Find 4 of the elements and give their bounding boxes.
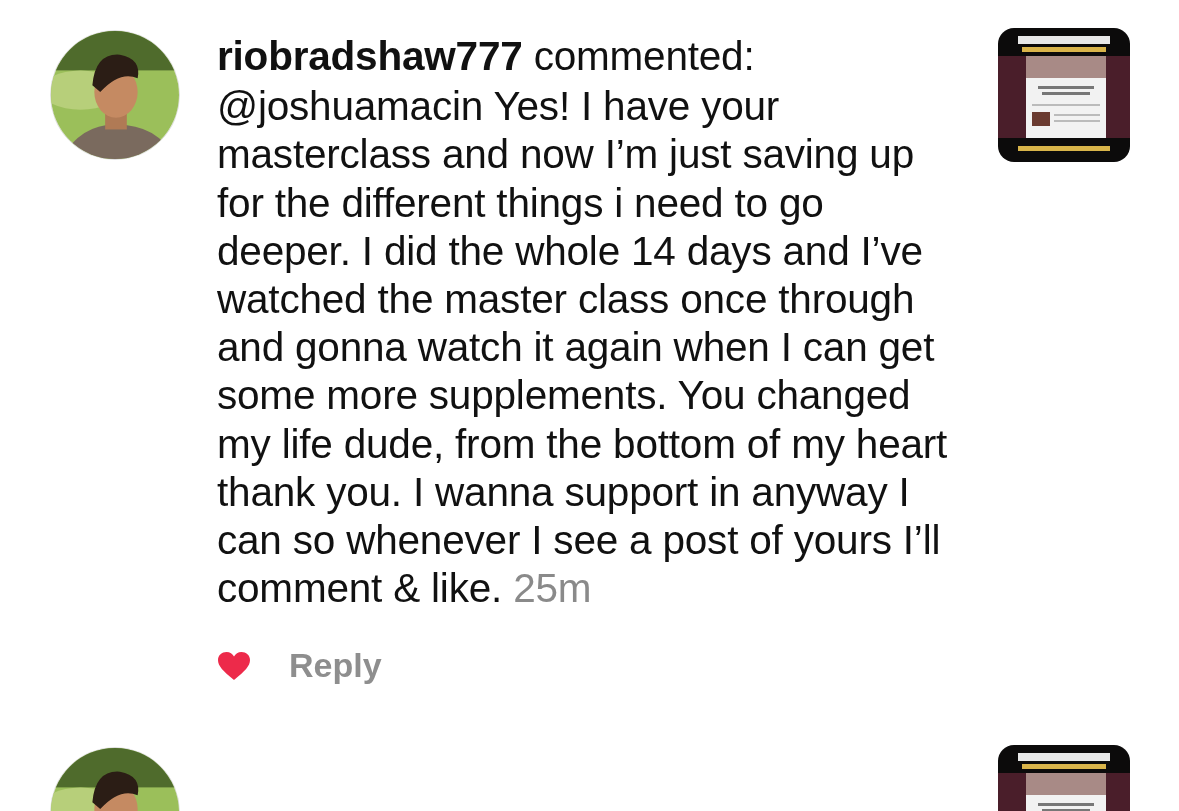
heart-icon[interactable]	[217, 650, 251, 681]
comment-text: @joshuamacin Yes! I have your masterclass and now I’m just saving up for the different things i need to go deeper. I did the whole 14 days and I’ve watched the master class once through and gonna watch it again when I can get some more supplements. You changed my life dude, from the bottom of my heart thank you. I wanna support in anyway I can so whenever I see a post of yours I’ll comment & like. 25m	[217, 82, 949, 613]
username-link[interactable]: riobradshaw777	[217, 33, 523, 79]
action-text: commented:	[533, 33, 755, 79]
